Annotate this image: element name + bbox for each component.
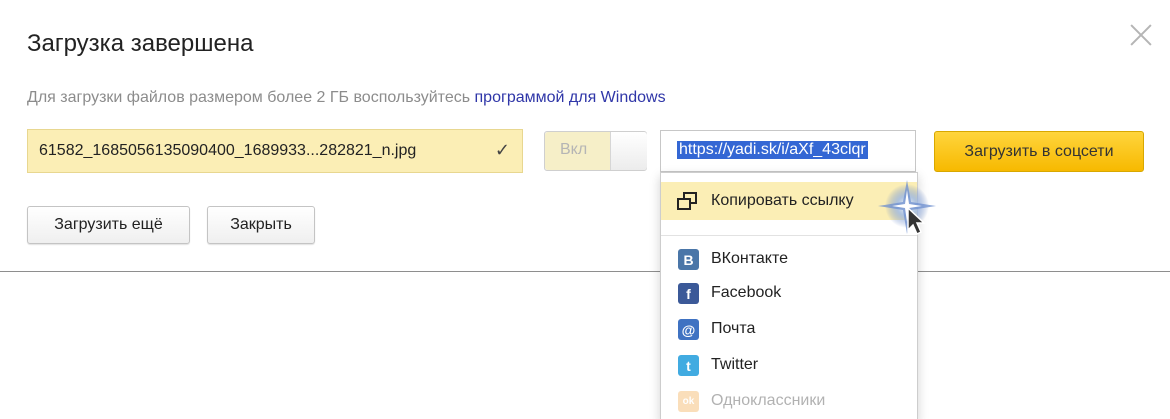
share-item-odnoklassniki[interactable]: ok Одноклассники: [661, 385, 917, 419]
share-item-label: Facebook: [711, 284, 782, 301]
twitter-icon: t: [678, 355, 699, 376]
upload-more-button[interactable]: Загрузить ещё: [27, 206, 190, 244]
facebook-icon: f: [678, 283, 699, 304]
hint-label: Для загрузки файлов размером более 2 ГБ …: [27, 89, 475, 106]
share-item-label: Одноклассники: [711, 392, 826, 409]
odnoklassniki-icon: ok: [678, 391, 699, 412]
share-link-text: https://yadi.sk/i/aXf_43clqr: [677, 141, 868, 159]
share-item-label: Twitter: [711, 356, 759, 373]
share-item-mail[interactable]: @ Почта: [661, 313, 917, 347]
share-item-twitter[interactable]: t Twitter: [661, 349, 917, 383]
public-link-toggle[interactable]: Вкл: [544, 131, 647, 171]
close-icon[interactable]: [1128, 22, 1154, 48]
upload-complete-dialog: Загрузка завершена Для загрузки файлов р…: [0, 0, 1170, 272]
share-item-label: Почта: [711, 320, 756, 337]
share-item-vk[interactable]: B ВКонтакте: [661, 243, 917, 277]
share-item-facebook[interactable]: f Facebook: [661, 277, 917, 311]
vk-icon: B: [678, 249, 699, 270]
copy-link-item[interactable]: Копировать ссылку: [661, 182, 917, 220]
toggle-label: Вкл: [560, 141, 588, 158]
check-icon: ✓: [494, 140, 510, 160]
hint-text: Для загрузки файлов размером более 2 ГБ …: [27, 89, 666, 107]
toggle-knob[interactable]: [611, 132, 647, 170]
share-item-label: ВКонтакте: [711, 250, 788, 267]
windows-program-link[interactable]: программой для Windows: [475, 89, 666, 106]
copy-icon: [677, 192, 699, 212]
copy-link-label: Копировать ссылку: [711, 192, 854, 209]
menu-divider: [661, 235, 917, 236]
dialog-title: Загрузка завершена: [27, 30, 254, 57]
share-menu: Копировать ссылку B ВКонтакте f Facebook @ По…: [660, 172, 918, 419]
upload-to-social-button[interactable]: Загрузить в соцсети: [934, 131, 1144, 172]
uploaded-file-row: 61582_1685056135090400_1689933...282821_…: [27, 129, 523, 173]
file-name: 61582_1685056135090400_1689933...282821_…: [39, 142, 417, 159]
close-button[interactable]: Закрыть: [207, 206, 315, 244]
mail-icon: @: [678, 319, 699, 340]
share-link-field[interactable]: https://yadi.sk/i/aXf_43clqr: [660, 130, 916, 172]
